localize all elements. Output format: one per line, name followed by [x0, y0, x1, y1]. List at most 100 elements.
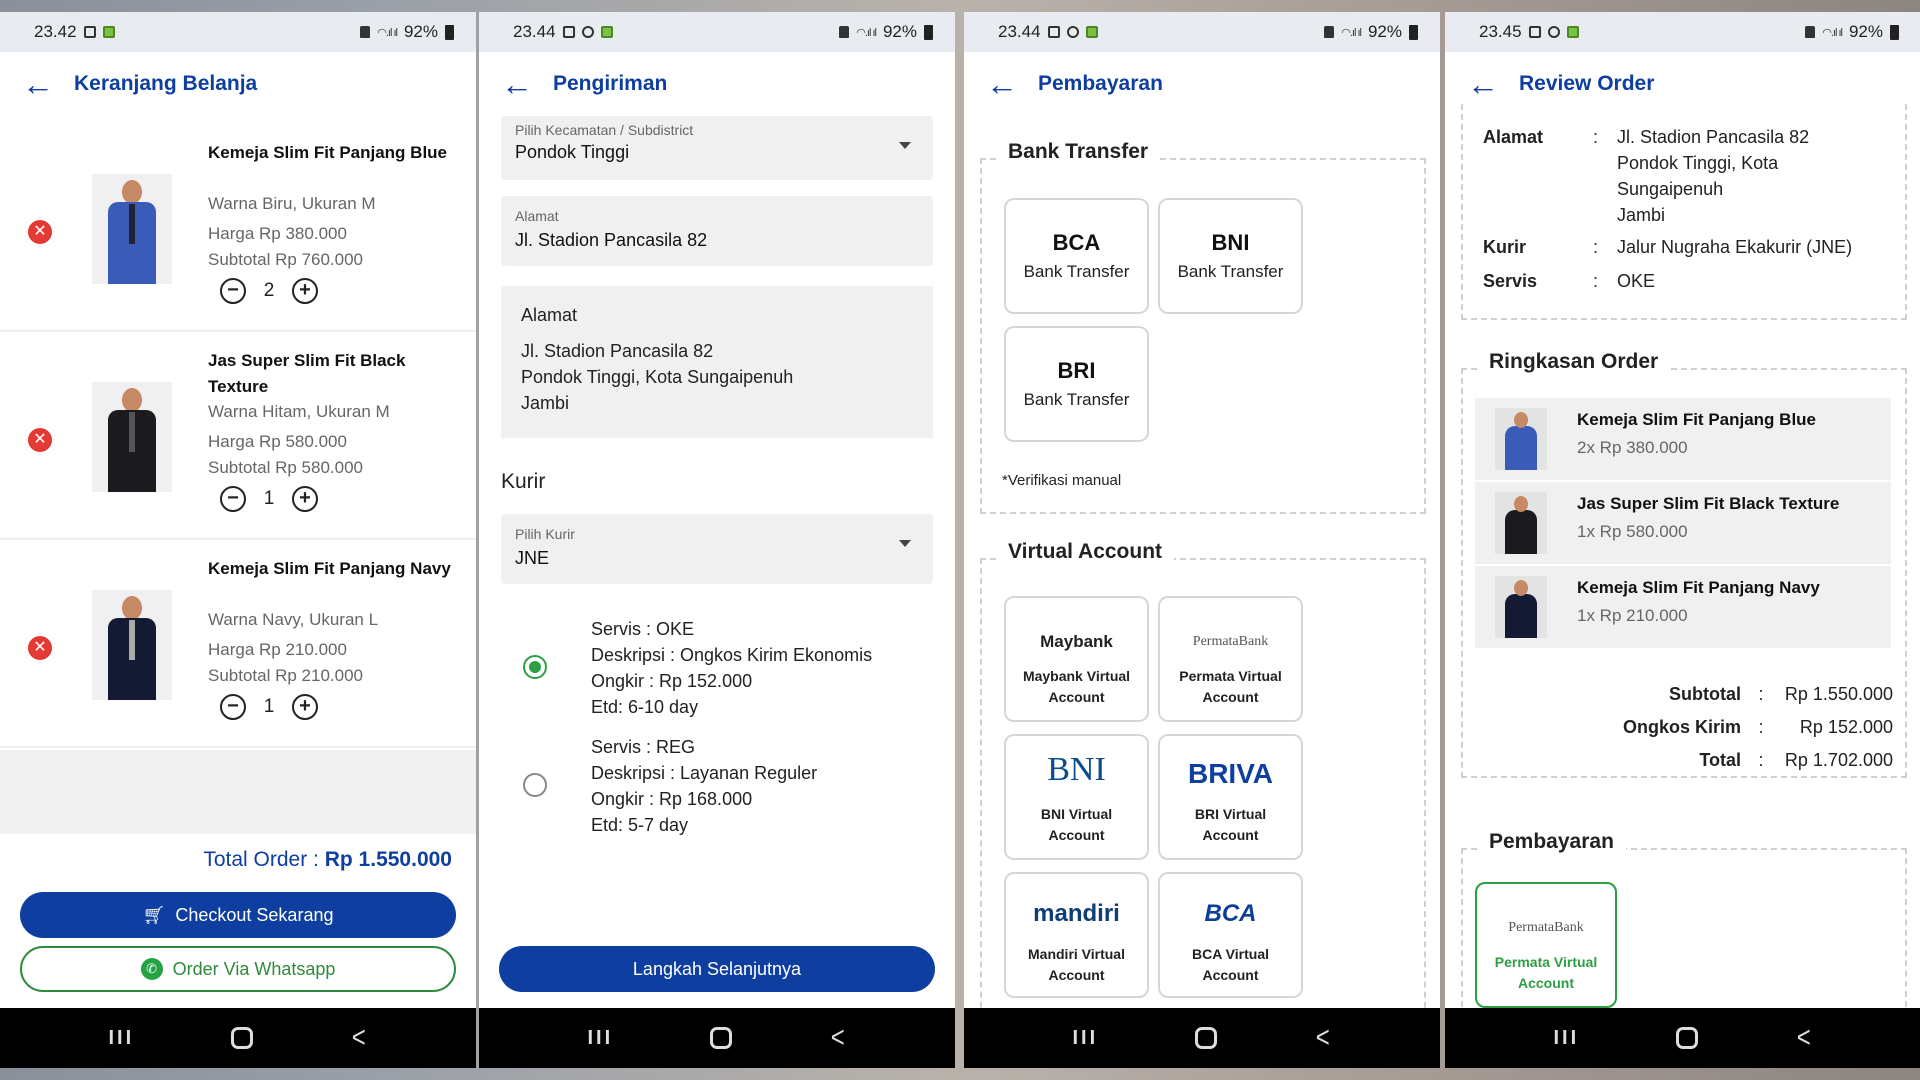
service-radio-reg[interactable]: [523, 773, 547, 797]
next-step-button[interactable]: Langkah Selanjutnya: [499, 946, 935, 992]
product-image: [1495, 576, 1547, 638]
item-subtotal: Subtotal Rp 580.000: [208, 458, 364, 477]
review-value: Jl. Stadion Pancasila 82 Pondok Tinggi, …: [1617, 124, 1809, 228]
whatsapp-icon: ✆: [140, 958, 163, 980]
shipping-screen: 23.44 ◠.ıl ıl 92% ← Pengiriman Pilih Keca…: [479, 12, 955, 1068]
bank-card-bri[interactable]: BRI Bank Transfer: [1004, 326, 1149, 442]
plus-icon[interactable]: +: [292, 278, 318, 304]
item-price: Harga Rp 580.000: [208, 432, 347, 451]
home-icon[interactable]: [231, 1027, 254, 1049]
order-total: Total Order : Rp 1.550.000: [203, 848, 452, 872]
summary-item-qty: 1x Rp 210.000: [1577, 606, 1688, 625]
bank-card-bni[interactable]: BNI Bank Transfer: [1158, 198, 1303, 314]
home-icon[interactable]: [1195, 1027, 1218, 1049]
summary-item-name: Kemeja Slim Fit Panjang Blue: [1577, 410, 1817, 429]
home-icon[interactable]: [710, 1027, 733, 1049]
back-arrow-icon[interactable]: ←: [986, 68, 1018, 100]
instagram-icon: [581, 26, 594, 38]
lock-icon: [1805, 26, 1816, 38]
va-card-permata[interactable]: PermataBank Permata Virtual Account: [1158, 596, 1303, 722]
lock-icon: [1324, 26, 1335, 38]
home-icon[interactable]: [1676, 1027, 1699, 1049]
nav-back-icon[interactable]: <: [1316, 1021, 1330, 1055]
minus-icon[interactable]: −: [220, 486, 246, 512]
minus-icon[interactable]: −: [220, 694, 246, 720]
battery-icon: [1409, 24, 1418, 40]
nav-back-icon[interactable]: <: [1797, 1021, 1811, 1055]
quantity-value: 1: [263, 488, 275, 509]
page-title: Pengiriman: [553, 72, 668, 95]
recent-apps-icon[interactable]: III: [587, 1027, 613, 1050]
bank-transfer-group: Bank Transfer BCA Bank Transfer BNI Bank…: [980, 140, 1426, 514]
grand-total-row: Total : Rp 1.702.000: [1699, 750, 1893, 771]
recent-apps-icon[interactable]: III: [108, 1027, 134, 1050]
battery-percent: 92%: [403, 22, 438, 41]
instagram-icon: [1547, 26, 1560, 38]
va-card-bri[interactable]: BRIVA BRI Virtual Account: [1158, 734, 1303, 860]
manual-verification-note: *Verifikasi manual: [1002, 472, 1122, 489]
battery-percent: 92%: [882, 22, 917, 41]
back-arrow-icon[interactable]: ←: [1467, 68, 1499, 100]
va-card-maybank[interactable]: Maybank Maybank Virtual Account: [1004, 596, 1149, 722]
va-card-bni[interactable]: BNI BNI Virtual Account: [1004, 734, 1149, 860]
remove-item-icon[interactable]: ✕: [28, 636, 52, 660]
system-nav-bar: III <: [479, 1008, 955, 1068]
plus-icon[interactable]: +: [292, 486, 318, 512]
subdistrict-select[interactable]: Pilih Kecamatan / Subdistrict Pondok Tin…: [501, 116, 933, 180]
back-arrow-icon[interactable]: ←: [501, 68, 533, 100]
recent-apps-icon[interactable]: III: [1553, 1027, 1579, 1050]
payment-screen: 23.44 ◠.ıl ıl 92% ← Pembayaran Bank Trans…: [964, 12, 1440, 1068]
gallery-icon: [562, 26, 575, 38]
subtotal-label: Subtotal: [1669, 684, 1741, 704]
nav-back-icon[interactable]: <: [352, 1021, 366, 1055]
remove-item-icon[interactable]: ✕: [28, 220, 52, 244]
item-name: Kemeja Slim Fit Panjang Navy: [208, 559, 451, 578]
item-subtotal: Subtotal Rp 760.000: [208, 250, 364, 269]
field-label: Alamat: [515, 208, 559, 224]
address-line: Jambi: [1617, 205, 1666, 225]
cart-item: ✕ Jas Super Slim Fit Black Texture Warna…: [0, 334, 476, 540]
quantity-value: 2: [263, 280, 275, 301]
bank-name: BNI: [1211, 230, 1250, 255]
plus-icon[interactable]: +: [292, 694, 318, 720]
field-value: Jl. Stadion Pancasila 82: [515, 230, 708, 250]
colon: :: [1758, 750, 1764, 770]
item-subtotal: Subtotal Rp 210.000: [208, 666, 364, 685]
remove-item-icon[interactable]: ✕: [28, 428, 52, 452]
service-name: Servis : OKE: [591, 619, 695, 639]
item-variant: Warna Biru, Ukuran M: [208, 194, 376, 213]
recent-apps-icon[interactable]: III: [1072, 1027, 1098, 1050]
service-option: Servis : REG Deskripsi : Layanan Reguler…: [591, 734, 817, 838]
back-arrow-icon[interactable]: ←: [22, 68, 54, 100]
whatsapp-order-button[interactable]: ✆ Order Via Whatsapp: [20, 946, 456, 992]
next-step-label: Langkah Selanjutnya: [632, 958, 802, 979]
va-card-mandiri[interactable]: mandiri Mandiri Virtual Account: [1004, 872, 1149, 998]
system-nav-bar: III <: [1445, 1008, 1920, 1068]
group-title: Bank Transfer: [996, 140, 1161, 164]
minus-icon[interactable]: −: [220, 278, 246, 304]
address-line: Pondok Tinggi, Kota: [1617, 153, 1779, 173]
shipping-cost-label: Ongkos Kirim: [1622, 717, 1741, 737]
service-radio-oke[interactable]: [523, 655, 547, 679]
courier-select[interactable]: Pilih Kurir JNE: [501, 514, 933, 584]
nav-back-icon[interactable]: <: [831, 1021, 845, 1055]
service-desc: Deskripsi : Layanan Reguler: [591, 763, 818, 783]
bank-card-bca[interactable]: BCA Bank Transfer: [1004, 198, 1149, 314]
bank-sub: Bank Transfer: [1177, 262, 1284, 281]
address-line: Pondok Tinggi, Kota Sungaipenuh: [521, 367, 794, 387]
product-image: [92, 174, 172, 284]
selected-payment-card[interactable]: PermataBank Permata Virtual Account: [1475, 882, 1617, 1008]
colon: :: [1758, 684, 1764, 704]
va-label: Maybank Virtual Account: [1022, 668, 1131, 705]
shipping-cost-value: Rp 152.000: [1799, 717, 1893, 737]
quantity-value: 1: [263, 696, 275, 717]
battery-percent: 92%: [1848, 22, 1883, 41]
address-summary: Alamat Jl. Stadion Pancasila 82 Pondok T…: [501, 286, 933, 438]
va-label: Permata Virtual Account: [1179, 668, 1282, 705]
va-card-bca[interactable]: BCA BCA Virtual Account: [1158, 872, 1303, 998]
service-option: Servis : OKE Deskripsi : Ongkos Kirim Ek…: [591, 616, 872, 720]
cart-item: ✕ Kemeja Slim Fit Panjang Navy Warna Nav…: [0, 542, 476, 748]
checkout-button[interactable]: 🛒︎ Checkout Sekarang: [20, 892, 456, 938]
va-label: BRI Virtual Account: [1194, 806, 1267, 843]
address-field[interactable]: Alamat Jl. Stadion Pancasila 82: [501, 196, 933, 266]
